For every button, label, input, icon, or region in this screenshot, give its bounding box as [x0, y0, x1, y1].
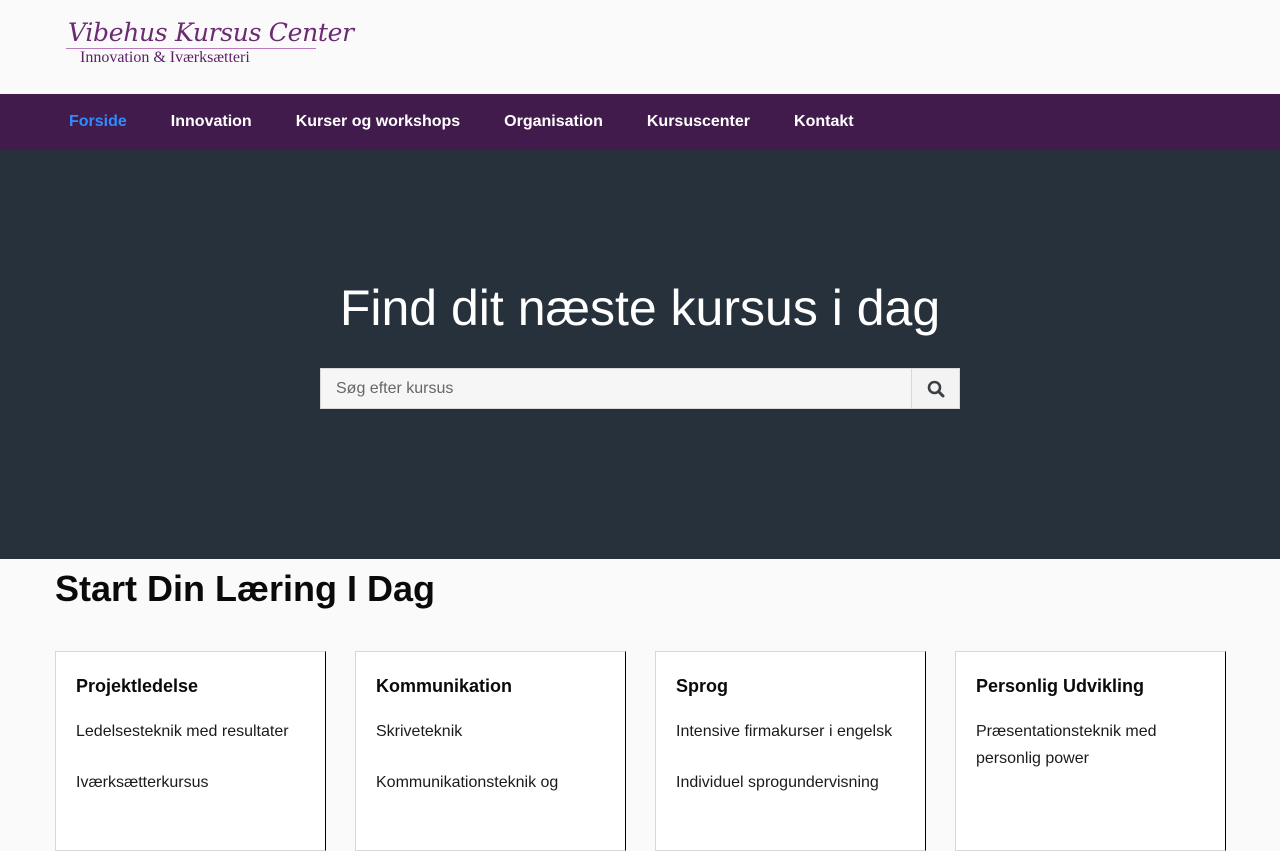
nav-item-kurser-og-workshops[interactable]: Kurser og workshops	[274, 94, 482, 150]
card-title: Sprog	[676, 676, 728, 696]
course-link[interactable]: Skriveteknik	[376, 718, 605, 745]
card-title: Projektledelse	[76, 676, 199, 696]
course-link[interactable]: Intensive firmakurser i engelsk	[676, 718, 905, 745]
hero-section: Find dit næste kursus i dag	[0, 150, 1280, 559]
category-card-sprog: Sprog Intensive firmakurser i engelsk In…	[655, 651, 926, 851]
course-link[interactable]: Iværksætterkursus	[76, 769, 305, 796]
course-link[interactable]: Ledelsesteknik med resultater	[76, 718, 305, 745]
card-title: Kommunikation	[376, 676, 513, 696]
course-search-form	[320, 368, 960, 409]
search-button[interactable]	[911, 368, 960, 409]
category-card-kommunikation: Kommunikation Skriveteknik Kommunikation…	[355, 651, 626, 851]
site-header: Vibehus Kursus Center Innovation & Iværk…	[0, 0, 1280, 94]
search-icon	[927, 380, 944, 397]
nav-item-kontakt[interactable]: Kontakt	[772, 94, 876, 150]
course-search-input[interactable]	[320, 368, 911, 409]
category-card-projektledelse: Projektledelse Ledelsesteknik med result…	[55, 651, 326, 851]
nav-item-forside[interactable]: Forside	[47, 94, 149, 150]
course-link[interactable]: Præsentationsteknik med personlig power	[976, 718, 1205, 772]
main-nav: Forside Innovation Kurser og workshops O…	[0, 94, 1280, 150]
category-card-personlig-udvikling: Personlig Udvikling Præsentationsteknik …	[955, 651, 1226, 851]
logo-title: Vibehus Kursus Center	[68, 18, 354, 47]
course-categories: Projektledelse Ledelsesteknik med result…	[55, 651, 1226, 851]
card-title: Personlig Udvikling	[976, 676, 1145, 696]
nav-item-innovation[interactable]: Innovation	[149, 94, 274, 150]
nav-item-kursuscenter[interactable]: Kursuscenter	[625, 94, 772, 150]
section-title: Start Din Læring I Dag	[55, 568, 436, 609]
course-link[interactable]: Individuel sprogundervisning	[676, 769, 905, 796]
hero-title: Find dit næste kursus i dag	[339, 280, 941, 336]
nav-item-organisation[interactable]: Organisation	[482, 94, 625, 150]
logo-subtitle: Innovation & Iværksætteri	[80, 49, 250, 66]
course-link[interactable]: Kommunikationsteknik og	[376, 769, 605, 796]
site-logo[interactable]: Vibehus Kursus Center Innovation & Iværk…	[66, 18, 354, 68]
